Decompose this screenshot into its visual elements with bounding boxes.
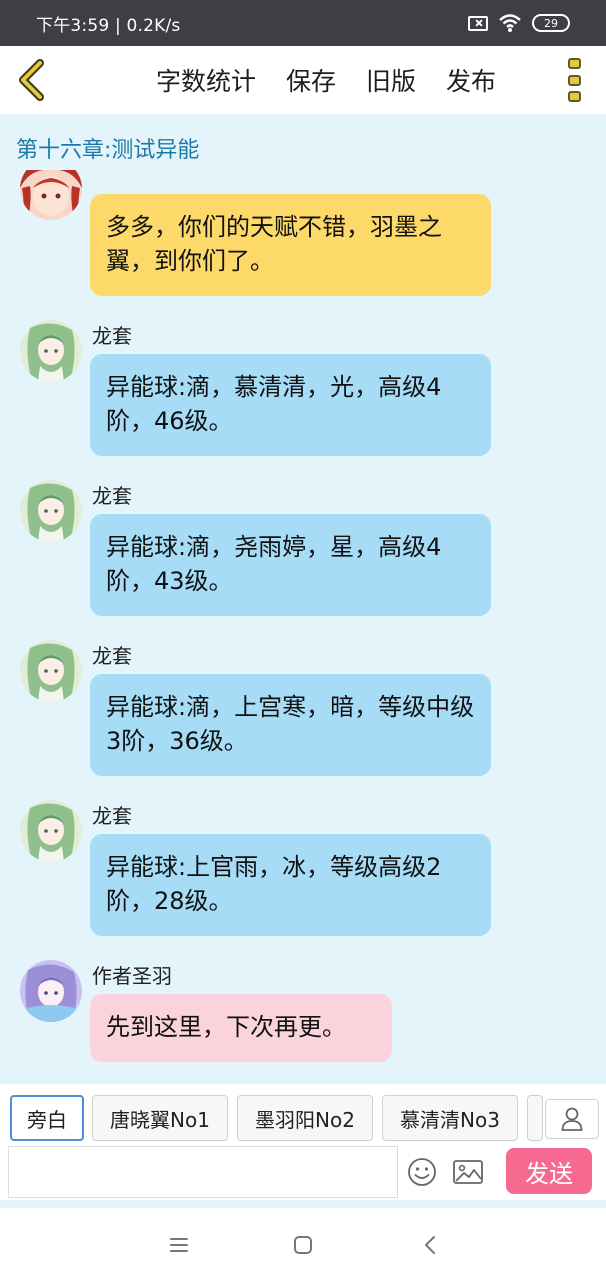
add-character-button[interactable] (545, 1099, 599, 1139)
purple-hair-girl-avatar-icon (20, 960, 82, 1022)
old-version-button[interactable]: 旧版 (366, 62, 416, 98)
person-icon (561, 1107, 583, 1131)
role-chip[interactable]: 慕清清No3 (382, 1095, 518, 1141)
more-dot-icon (568, 91, 581, 102)
message-bubble[interactable]: 先到这里，下次再更。 (90, 994, 392, 1062)
red-hair-girl-avatar-icon (20, 170, 82, 220)
insert-image-button[interactable] (452, 1158, 484, 1186)
message-input[interactable] (8, 1146, 398, 1198)
recent-apps-button[interactable] (164, 1230, 194, 1260)
more-menu-button[interactable] (566, 58, 584, 102)
back-button[interactable] (14, 58, 50, 102)
message-author: 龙套 (92, 644, 132, 668)
message-author: 龙套 (92, 804, 132, 828)
wifi-icon (499, 14, 521, 32)
message-bubble[interactable]: 异能球:滴，慕清清，光，高级4阶，46级。 (90, 354, 491, 456)
avatar[interactable] (20, 170, 82, 220)
green-hair-girl-avatar-icon (20, 640, 82, 702)
home-square-icon (294, 1236, 312, 1254)
chat-message-list[interactable]: 多多，你们的天赋不错，羽墨之翼，到你们了。 龙套 异能球:滴，慕清清，光，高级4… (0, 170, 606, 1076)
no-sim-icon (468, 15, 488, 31)
avatar[interactable] (20, 320, 82, 382)
publish-button[interactable]: 发布 (446, 62, 496, 98)
nav-actions: 字数统计 保存 旧版 发布 (156, 46, 526, 114)
message-bubble[interactable]: 多多，你们的天赋不错，羽墨之翼，到你们了。 (90, 194, 491, 296)
chevron-left-icon (425, 1236, 435, 1254)
avatar[interactable] (20, 960, 82, 1022)
green-hair-girl-avatar-icon (20, 480, 82, 542)
status-time: 下午3:59 | 0.2K/s (36, 15, 181, 36)
emoji-icon (408, 1158, 436, 1186)
avatar[interactable] (20, 640, 82, 702)
status-icons: 29 (468, 13, 570, 33)
green-hair-girl-avatar-icon (20, 800, 82, 862)
top-nav-bar: 字数统计 保存 旧版 发布 (0, 46, 606, 114)
message-bubble[interactable]: 异能球:上官雨，冰，等级高级2阶，28级。 (90, 834, 491, 936)
role-chip[interactable]: 唐晓翼No1 (92, 1095, 228, 1141)
image-icon (453, 1160, 483, 1184)
more-dot-icon (568, 74, 581, 86)
chapter-title[interactable]: 第十六章:测试异能 (16, 132, 199, 164)
home-button[interactable] (288, 1230, 318, 1260)
system-back-button[interactable] (416, 1230, 446, 1260)
more-dot-icon (568, 58, 581, 69)
message-input-bar: 发送 (0, 1146, 606, 1200)
avatar[interactable] (20, 480, 82, 542)
role-selector-bar: 旁白 唐晓翼No1 墨羽阳No2 慕清清No3 (0, 1084, 606, 1146)
message-author: 龙套 (92, 324, 132, 348)
system-navigation-bar (0, 1208, 606, 1280)
menu-icon (170, 1238, 188, 1252)
word-count-button[interactable]: 字数统计 (156, 62, 256, 98)
chevron-left-icon (19, 59, 44, 101)
message-author: 龙套 (92, 484, 132, 508)
role-chip-partial[interactable] (527, 1095, 543, 1141)
avatar[interactable] (20, 800, 82, 862)
message-author: 作者圣羽 (92, 964, 172, 988)
role-chip-narrator[interactable]: 旁白 (10, 1095, 84, 1141)
status-bar: 下午3:59 | 0.2K/s 29 (0, 0, 606, 46)
message-bubble[interactable]: 异能球:滴，上宫寒，暗，等级中级3阶，36级。 (90, 674, 491, 776)
role-chip[interactable]: 墨羽阳No2 (237, 1095, 373, 1141)
emoji-button[interactable] (406, 1156, 438, 1188)
message-bubble[interactable]: 异能球:滴，尧雨婷，星，高级4阶，43级。 (90, 514, 491, 616)
battery-icon: 29 (532, 14, 570, 32)
save-button[interactable]: 保存 (286, 62, 336, 98)
send-button[interactable]: 发送 (506, 1148, 592, 1194)
green-hair-girl-avatar-icon (20, 320, 82, 382)
